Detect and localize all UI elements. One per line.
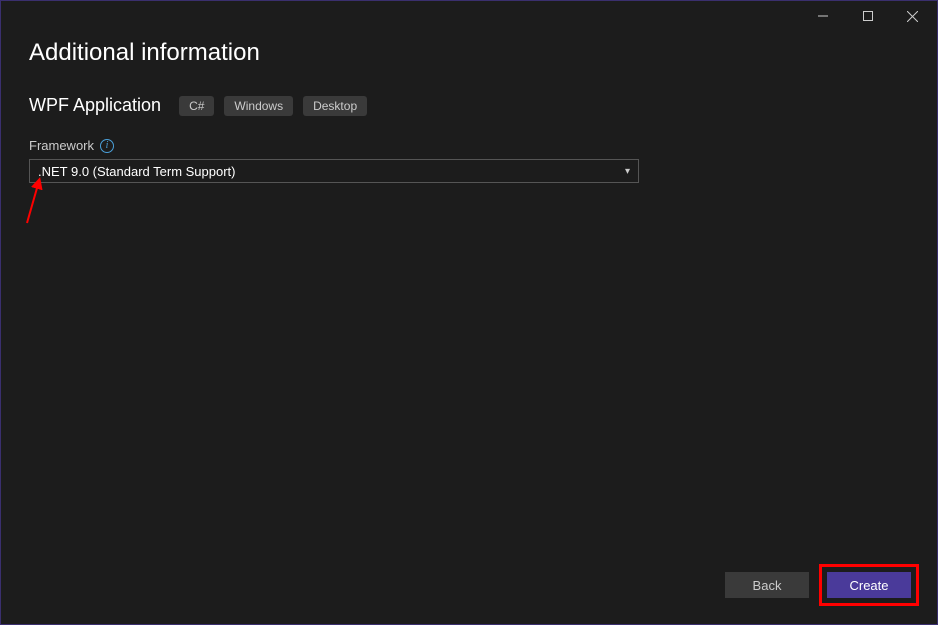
page-title: Additional information [29,39,909,67]
maximize-button[interactable] [845,1,890,31]
chevron-down-icon: ▾ [625,166,630,177]
close-button[interactable] [890,1,935,31]
titlebar [1,1,937,31]
create-button[interactable]: Create [827,572,911,598]
framework-dropdown[interactable]: .NET 9.0 (Standard Term Support) ▾ [29,159,639,183]
tag-desktop: Desktop [303,96,367,116]
project-type-name: WPF Application [29,95,161,116]
create-highlight: Create [819,564,919,606]
tag-windows: Windows [224,96,293,116]
info-icon[interactable]: i [100,139,114,153]
framework-label: Framework [29,138,94,153]
minimize-button[interactable] [800,1,845,31]
project-type-row: WPF Application C# Windows Desktop [29,95,909,116]
back-button[interactable]: Back [725,572,809,598]
content-area: Additional information WPF Application C… [1,31,937,183]
framework-selected-value: .NET 9.0 (Standard Term Support) [38,164,236,179]
tag-csharp: C# [179,96,214,116]
bottom-bar: Back Create [725,564,919,606]
framework-label-row: Framework i [29,138,909,153]
